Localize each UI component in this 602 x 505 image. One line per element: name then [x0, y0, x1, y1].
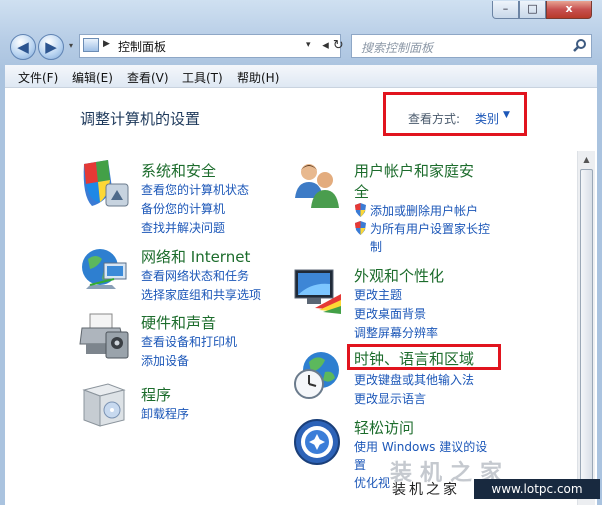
vertical-scrollbar[interactable]: ▲: [577, 151, 595, 505]
link-desktop-background[interactable]: 更改桌面背景: [354, 305, 426, 322]
printer-icon[interactable]: [78, 310, 130, 362]
link-change-keyboard-input[interactable]: 更改键盘或其他输入法: [354, 371, 474, 388]
link-add-remove-accounts[interactable]: 添加或删除用户帐户: [370, 202, 478, 219]
shield-icon[interactable]: [78, 158, 130, 210]
view-by-label: 查看方式:: [408, 112, 461, 126]
category-clock-language-region[interactable]: 时钟、语言和区域: [354, 348, 474, 369]
ease-of-access-icon[interactable]: [291, 416, 343, 468]
chevron-down-icon: ▾: [68, 41, 73, 50]
category-user-accounts-line2[interactable]: 全: [354, 181, 369, 202]
link-devices-printers[interactable]: 查看设备和打印机: [141, 333, 237, 350]
link-backup-computer[interactable]: 备份您的计算机: [141, 200, 225, 217]
watermark-label: 装机之家: [392, 482, 460, 498]
category-hardware-sound[interactable]: 硬件和声音: [141, 312, 216, 333]
link-add-device[interactable]: 添加设备: [141, 352, 189, 369]
programs-box-icon[interactable]: [78, 378, 130, 430]
back-button[interactable]: ◀: [10, 34, 36, 60]
link-network-status[interactable]: 查看网络状态和任务: [141, 267, 249, 284]
recent-pages-button[interactable]: ▾: [66, 40, 76, 52]
forward-arrow-icon: ▶: [45, 38, 57, 56]
category-system-security[interactable]: 系统和安全: [141, 160, 216, 181]
control-panel-icon: [83, 38, 99, 52]
search-input[interactable]: 搜索控制面板: [351, 34, 592, 58]
menu-tools[interactable]: 工具(T): [182, 69, 223, 86]
menu-bar: 文件(F) 编辑(E) 查看(V) 工具(T) 帮助(H): [5, 65, 597, 88]
page-title: 调整计算机的设置: [80, 110, 201, 128]
category-programs[interactable]: 程序: [141, 384, 171, 405]
scroll-thumb[interactable]: [580, 169, 593, 499]
menu-view[interactable]: 查看(V): [127, 69, 169, 86]
minimize-icon: –: [502, 2, 509, 15]
watermark: 装机之家 装机之家 www.lotpc.com: [374, 453, 602, 505]
close-icon: x: [565, 2, 573, 15]
minimize-button[interactable]: –: [492, 1, 519, 19]
link-change-theme[interactable]: 更改主题: [354, 286, 402, 303]
monitor-palette-icon[interactable]: [291, 264, 343, 316]
uac-shield-icon: [355, 203, 366, 217]
content-area: 调整计算机的设置 查看方式: 类别 ▼ 系统和安全 查看您的计算机状态 备份您的…: [5, 88, 597, 505]
address-bar[interactable]: ▶ 控制面板 ▾: [79, 34, 341, 58]
link-uninstall-program[interactable]: 卸载程序: [141, 405, 189, 422]
category-ease-of-access[interactable]: 轻松访问: [354, 417, 414, 438]
forward-button[interactable]: ▶: [38, 34, 64, 60]
view-by-highlight: 查看方式: 类别 ▼: [383, 92, 527, 136]
menu-help[interactable]: 帮助(H): [237, 69, 279, 86]
watermark-url: www.lotpc.com: [474, 479, 600, 499]
maximize-icon: □: [527, 2, 538, 15]
category-user-accounts[interactable]: 用户帐户和家庭安: [354, 160, 474, 181]
link-windows-suggested-settings-line2[interactable]: 置: [354, 456, 366, 473]
refresh-button[interactable]: ◂ ↻: [318, 35, 348, 57]
link-change-display-language[interactable]: 更改显示语言: [354, 390, 426, 407]
menu-file[interactable]: 文件(F): [18, 69, 58, 86]
network-globe-icon[interactable]: [78, 245, 130, 297]
view-by-dropdown[interactable]: 类别: [475, 110, 499, 127]
users-icon[interactable]: [291, 158, 343, 210]
search-placeholder: 搜索控制面板: [361, 41, 434, 55]
link-parental-controls[interactable]: 为所有用户设置家长控: [370, 220, 490, 237]
breadcrumb-separator-icon[interactable]: ▶: [103, 39, 110, 49]
globe-clock-icon[interactable]: [291, 350, 343, 402]
back-arrow-icon: ◀: [17, 38, 29, 56]
close-button[interactable]: x: [546, 1, 592, 19]
maximize-button[interactable]: □: [519, 1, 546, 19]
category-appearance[interactable]: 外观和个性化: [354, 265, 444, 286]
link-homegroup-sharing[interactable]: 选择家庭组和共享选项: [141, 286, 261, 303]
breadcrumb-control-panel[interactable]: 控制面板: [118, 38, 166, 55]
search-icon[interactable]: [572, 38, 588, 54]
scroll-up-arrow-icon[interactable]: ▲: [578, 151, 595, 168]
menu-edit[interactable]: 编辑(E): [72, 69, 113, 86]
address-dropdown-icon[interactable]: ▾: [306, 40, 311, 50]
category-network-internet[interactable]: 网络和 Internet: [141, 246, 250, 267]
dropdown-arrow-icon[interactable]: ▼: [503, 110, 510, 120]
uac-shield-icon: [355, 221, 366, 235]
link-view-computer-status[interactable]: 查看您的计算机状态: [141, 181, 249, 198]
link-screen-resolution[interactable]: 调整屏幕分辨率: [354, 324, 438, 341]
link-parental-controls-line2[interactable]: 制: [370, 238, 382, 255]
link-troubleshoot[interactable]: 查找并解决问题: [141, 219, 225, 236]
